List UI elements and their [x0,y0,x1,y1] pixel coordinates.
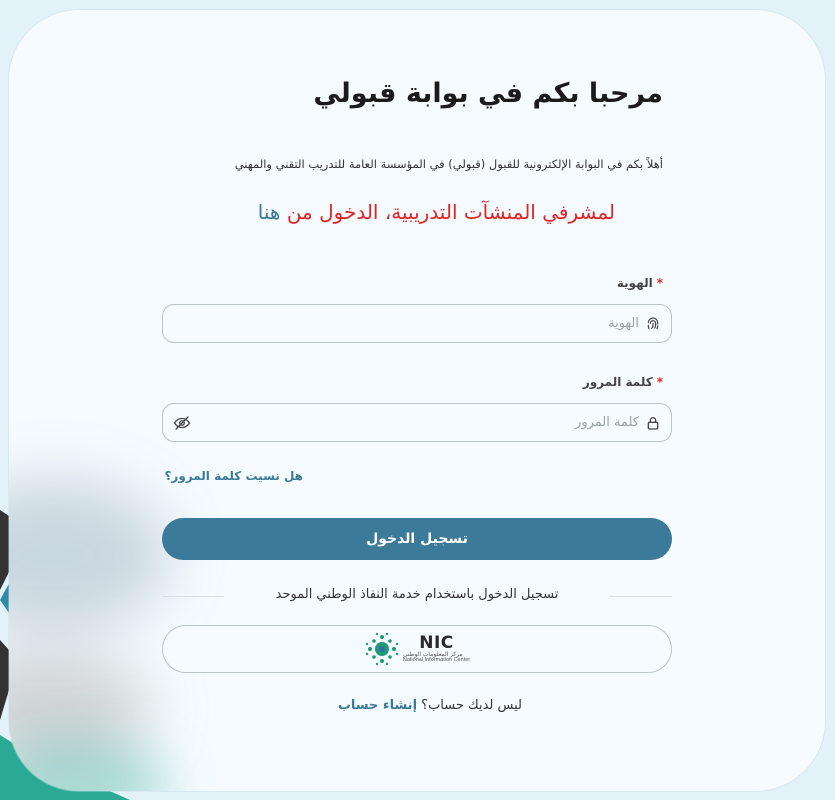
supervisor-text: لمشرفي المنشآت التدريبية، الدخول من [286,200,615,224]
id-label: *الهوية [616,276,663,290]
forgot-password-link[interactable]: هل نسيت كلمة المرور؟ [164,469,303,483]
nic-emblem-icon [365,632,399,666]
nafath-login-button[interactable]: NIC مركز المعلومات الوطني National Infor… [162,625,672,673]
id-input[interactable] [173,305,639,342]
page-title: مرحبا بكم في بوابة قبولي [313,78,663,109]
page-subtitle: أهلاً بكم في البوابة الإلكترونية للقبول … [234,157,663,171]
password-label: *كلمة المرور [582,375,663,389]
signup-prompt: ليس لديك حساب؟ إنشاء حساب [338,698,522,713]
login-button[interactable]: تسجيل الدخول [162,518,672,560]
password-field-wrapper [162,403,672,442]
nafath-divider-text: تسجيل الدخول باستخدام خدمة النفاذ الوطني… [275,587,559,602]
eye-slash-icon[interactable] [173,414,191,432]
id-field-wrapper [162,304,672,343]
fingerprint-icon [647,316,659,329]
required-mark: * [656,375,663,389]
create-account-link[interactable]: إنشاء حساب [338,698,417,713]
required-mark: * [656,276,663,290]
nic-logo-title: NIC [419,632,454,653]
nafath-divider: تسجيل الدخول باستخدام خدمة النفاذ الوطني… [162,585,672,607]
supervisor-login-link[interactable]: هنا [258,200,281,224]
nic-logo-english: National Information Center [402,656,471,663]
lock-icon [647,416,659,430]
nic-logo: NIC مركز المعلومات الوطني National Infor… [364,630,470,668]
login-card [9,10,825,791]
signup-text: ليس لديك حساب؟ [421,698,522,713]
supervisor-login-note: لمشرفي المنشآت التدريبية، الدخول من هنا [258,200,615,224]
password-input[interactable] [197,404,639,441]
